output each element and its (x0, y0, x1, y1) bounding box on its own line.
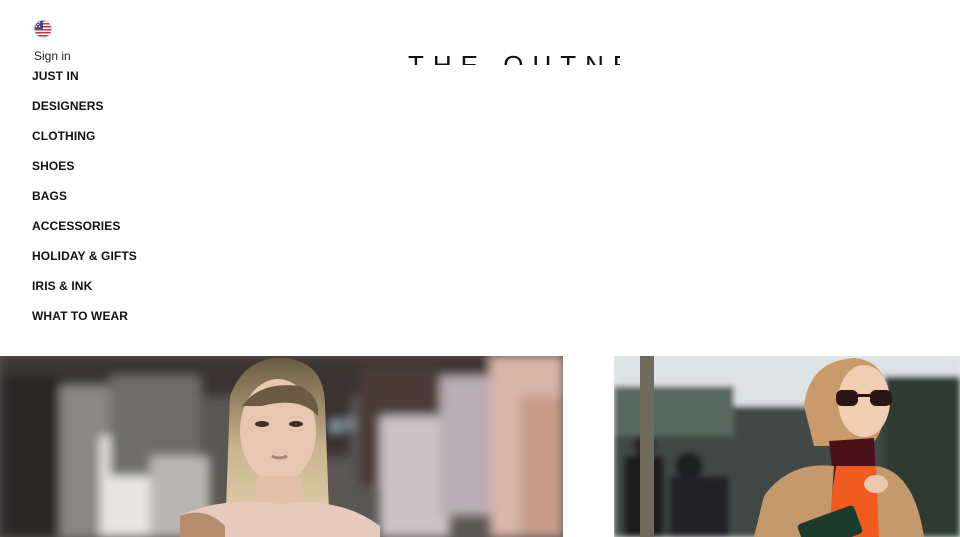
nav-item-label: CLOTHING (32, 129, 96, 143)
nav-item-label: SHOES (32, 159, 75, 173)
hero-image-street-style[interactable] (614, 356, 960, 537)
hero-image-runway[interactable] (0, 356, 563, 537)
nav-item-what-to-wear[interactable]: WHAT TO WEAR (32, 307, 137, 337)
nav-item-shoes[interactable]: SHOES (32, 157, 137, 187)
main-nav: JUST IN DESIGNERS CLOTHING SHOES BAGS AC… (32, 67, 137, 337)
site-logo[interactable]: THE OUTNET (408, 52, 620, 65)
nav-item-bags[interactable]: BAGS (32, 187, 137, 217)
us-flag-icon[interactable] (34, 20, 52, 38)
nav-item-designers[interactable]: DESIGNERS (32, 97, 137, 127)
nav-item-label: BAGS (32, 189, 68, 203)
nav-item-label: DESIGNERS (32, 99, 104, 113)
logo-text: THE OUTNET (408, 52, 620, 65)
nav-item-accessories[interactable]: ACCESSORIES (32, 217, 137, 247)
nav-item-label: IRIS & INK (32, 279, 93, 293)
nav-item-label: WHAT TO WEAR (32, 309, 129, 323)
nav-item-label: ACCESSORIES (32, 219, 121, 233)
nav-item-holiday-gifts[interactable]: HOLIDAY & GIFTS (32, 247, 137, 277)
nav-item-iris-ink[interactable]: IRIS & INK (32, 277, 137, 307)
nav-item-label: JUST IN (32, 69, 79, 83)
sign-in-link[interactable]: Sign in (34, 49, 71, 63)
nav-item-clothing[interactable]: CLOTHING (32, 127, 137, 157)
nav-item-just-in[interactable]: JUST IN (32, 67, 137, 97)
nav-item-label: HOLIDAY & GIFTS (32, 249, 137, 263)
